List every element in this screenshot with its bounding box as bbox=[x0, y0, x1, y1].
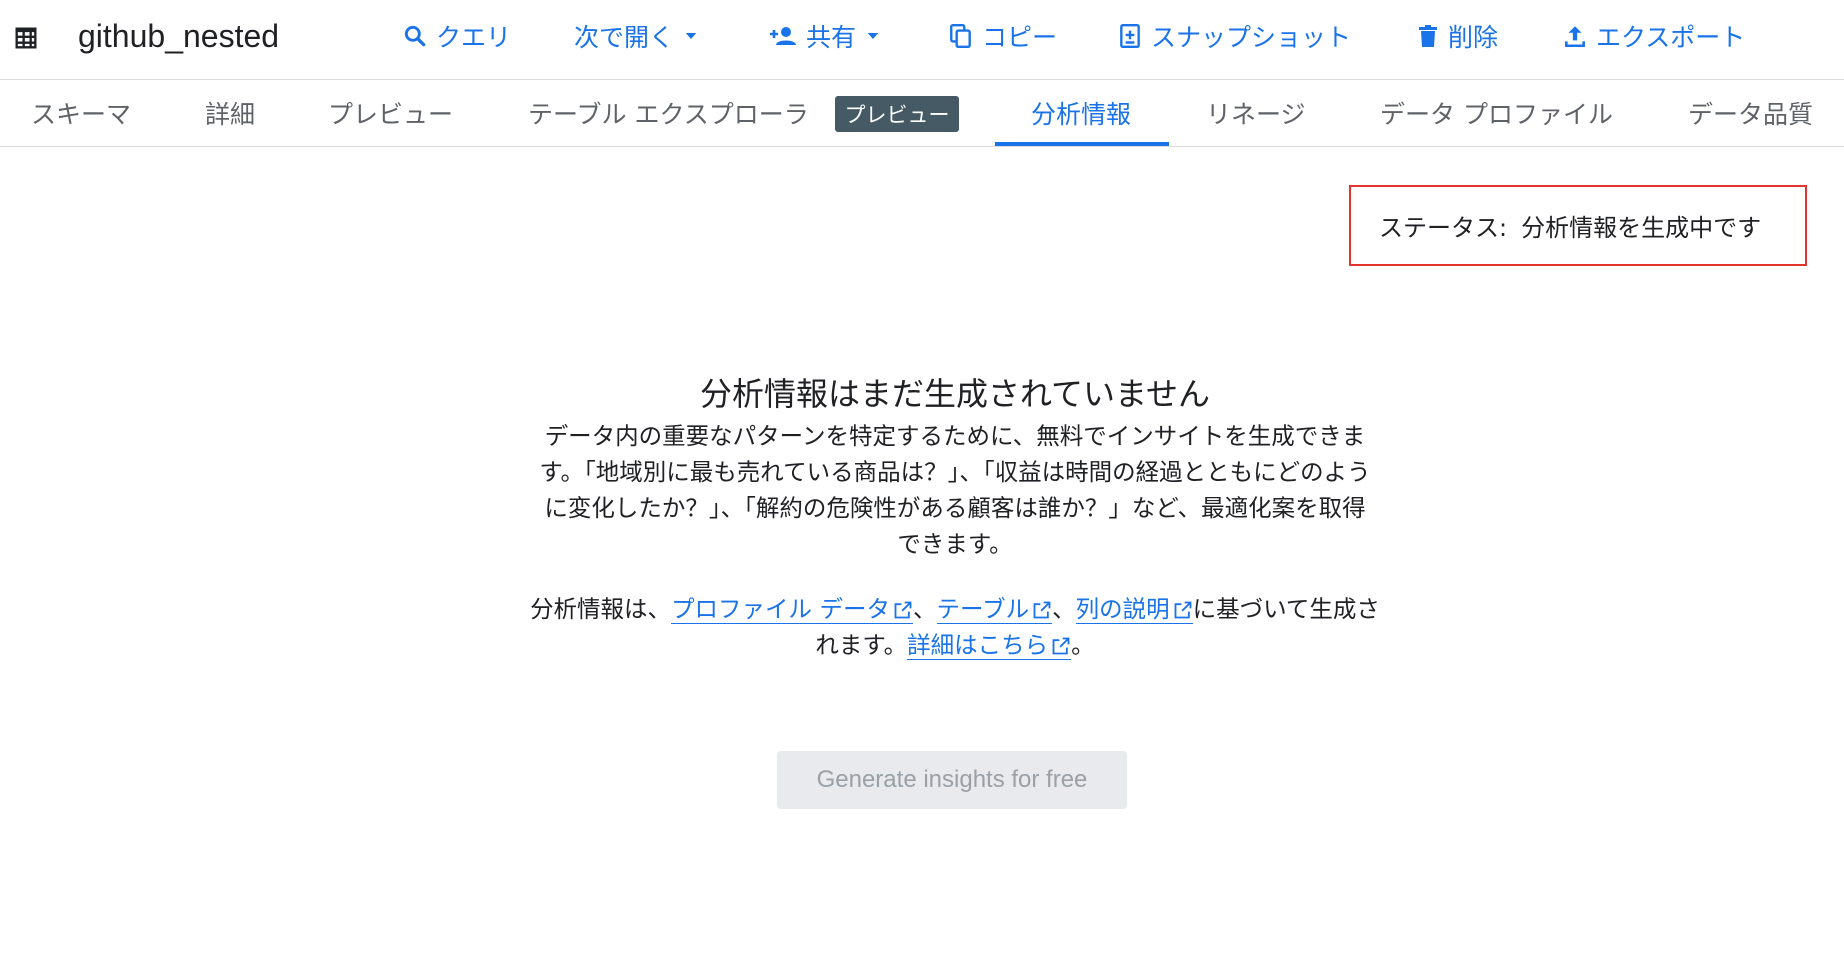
open-in-button[interactable]: 次で開く bbox=[574, 14, 700, 58]
table-link-label: テーブル bbox=[936, 595, 1030, 623]
page-title: github_nested bbox=[78, 18, 280, 54]
tab-details[interactable]: 詳細 bbox=[205, 80, 255, 146]
generate-insights-button[interactable]: Generate insights for free bbox=[777, 751, 1127, 809]
query-label: クエリ bbox=[436, 23, 512, 52]
top-toolbar: github_nested クエリ 次で開く 共有 コピー スナップショット 削… bbox=[0, 0, 1844, 80]
note-prefix: 分析情報は、 bbox=[530, 595, 672, 623]
copy-label: コピー bbox=[982, 23, 1058, 52]
share-button[interactable]: 共有 bbox=[768, 14, 882, 58]
tab-data-quality[interactable]: データ品質 bbox=[1688, 80, 1813, 146]
status-box: ステータス: 分析情報を生成中です bbox=[1349, 185, 1807, 266]
active-tab-indicator bbox=[995, 142, 1169, 146]
tab-data-profile[interactable]: データ プロファイル bbox=[1380, 80, 1613, 146]
copy-button[interactable]: コピー bbox=[948, 14, 1057, 58]
separator: 、 bbox=[1052, 595, 1076, 623]
profile-data-link[interactable]: プロファイル データ bbox=[671, 595, 914, 624]
snapshot-button[interactable]: スナップショット bbox=[1117, 14, 1351, 58]
tab-preview[interactable]: プレビュー bbox=[328, 80, 453, 146]
export-button[interactable]: エクスポート bbox=[1562, 14, 1745, 58]
snapshot-icon bbox=[1120, 23, 1140, 49]
profile-data-link-label: プロファイル データ bbox=[671, 595, 891, 623]
column-descriptions-link[interactable]: 列の説明 bbox=[1075, 595, 1193, 624]
status-value: 分析情報を生成中です bbox=[1521, 214, 1762, 242]
export-label: エクスポート bbox=[1596, 23, 1746, 52]
status-label: ステータス: bbox=[1379, 214, 1508, 242]
copy-icon bbox=[950, 23, 971, 49]
tab-schema[interactable]: スキーマ bbox=[31, 80, 131, 146]
tab-table-explorer[interactable]: テーブル エクスプローラ bbox=[528, 80, 809, 146]
tab-lineage[interactable]: リネージ bbox=[1206, 80, 1306, 146]
trash-icon bbox=[1419, 25, 1437, 47]
learn-more-link-label: 詳細はこちら bbox=[907, 631, 1049, 659]
snapshot-label: スナップショット bbox=[1151, 23, 1352, 52]
caret-down-icon bbox=[685, 33, 697, 39]
external-link-icon bbox=[1052, 637, 1070, 655]
note-end: 。 bbox=[1071, 631, 1095, 659]
search-icon bbox=[404, 25, 426, 47]
share-label: 共有 bbox=[806, 23, 857, 52]
tab-insights[interactable]: 分析情報 bbox=[1031, 80, 1131, 146]
caret-down-icon bbox=[867, 33, 879, 39]
preview-badge: プレビュー bbox=[835, 96, 959, 132]
add-person-icon bbox=[770, 27, 796, 45]
delete-label: 削除 bbox=[1448, 23, 1499, 52]
empty-state-heading: 分析情報はまだ生成されていません bbox=[699, 375, 1211, 413]
open-in-label: 次で開く bbox=[574, 23, 675, 52]
external-link-icon bbox=[1174, 601, 1192, 619]
external-link-icon bbox=[894, 601, 912, 619]
learn-more-link[interactable]: 詳細はこちら bbox=[907, 631, 1072, 660]
delete-button[interactable]: 削除 bbox=[1416, 14, 1498, 58]
upload-icon bbox=[1565, 26, 1585, 48]
column-descriptions-link-label: 列の説明 bbox=[1075, 595, 1170, 623]
table-icon bbox=[12, 24, 40, 52]
query-button[interactable]: クエリ bbox=[402, 14, 511, 58]
table-link[interactable]: テーブル bbox=[936, 595, 1053, 624]
empty-state-description: データ内の重要なパターンを特定するために、無料でインサイトを生成できます。「地域… bbox=[539, 422, 1371, 558]
empty-state-note: 分析情報は、プロファイル データ 、テーブル 、列の説明 に基づいて生成されます。詳細… bbox=[520, 591, 1390, 663]
separator: 、 bbox=[913, 595, 937, 623]
external-link-icon bbox=[1033, 601, 1051, 619]
